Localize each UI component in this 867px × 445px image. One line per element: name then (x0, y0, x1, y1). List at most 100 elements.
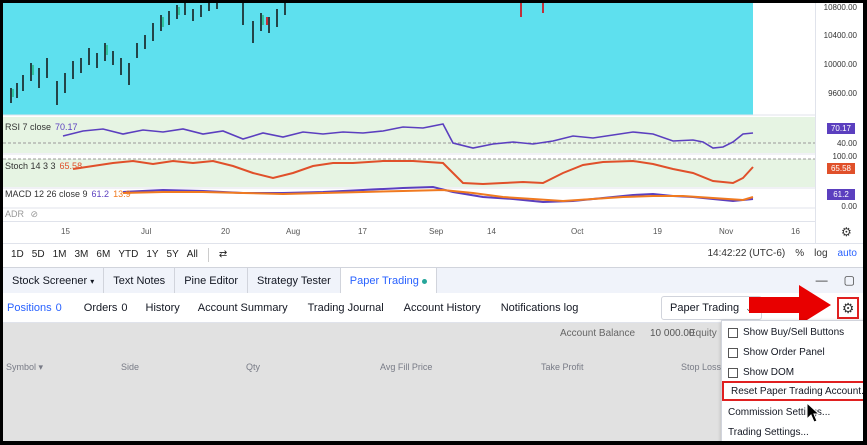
rsi-band (3, 117, 815, 153)
subtab-account-history[interactable]: Account History (400, 302, 491, 314)
maximize-icon[interactable]: ▢ (844, 273, 855, 287)
orders-count: 0 (121, 301, 128, 314)
menu-show-order-panel[interactable]: Show Order Panel (728, 347, 825, 358)
account-select[interactable]: Paper Trading ⌄ (661, 296, 762, 320)
price-tick: 10000.00 (823, 60, 857, 69)
macd-value: 61.2 (91, 189, 110, 199)
range-5d-button[interactable]: 5D (28, 249, 49, 260)
column-label: Symbol (6, 362, 37, 372)
macd-signal-value: 13.9 (113, 189, 131, 199)
stoch-label: Stoch 14 3 3 (5, 161, 56, 171)
time-tick: 15 (61, 227, 70, 236)
tab-pine-editor[interactable]: Pine Editor (175, 268, 248, 293)
time-tick: 17 (358, 227, 367, 236)
column-header-avg-fill-price[interactable]: Avg Fill Price (380, 362, 432, 372)
percent-toggle[interactable]: % (795, 248, 804, 259)
column-header-qty[interactable]: Qty (246, 362, 260, 372)
red-arrow-annotation (749, 285, 831, 325)
macd-value-badge: 61.2 (827, 189, 855, 200)
bottom-panel-tabs: Stock Screener ▾ Text Notes Pine Editor S… (3, 267, 863, 293)
tab-stock-screener[interactable]: Stock Screener ▾ (3, 268, 105, 293)
column-header-take-profit[interactable]: Take Profit (541, 362, 584, 372)
connected-status-icon (421, 278, 427, 284)
subtab-history[interactable]: History (142, 302, 190, 314)
macd-label: MACD 12 26 close 9 (5, 189, 88, 199)
account-select-value: Paper Trading (670, 302, 740, 314)
subtab-account-summary[interactable]: Account Summary (194, 302, 298, 314)
menu-trading-settings[interactable]: Trading Settings... (728, 427, 809, 438)
clock-readout[interactable]: 14:42:22 (UTC-6) (707, 248, 785, 259)
checkbox[interactable] (728, 327, 738, 338)
subtab-orders[interactable]: Orders 0 (80, 302, 138, 314)
price-tick: 10800.00 (823, 3, 857, 12)
tab-text-notes[interactable]: Text Notes (104, 268, 176, 293)
rsi-label: RSI 7 close (5, 122, 52, 132)
settings-gear-icon[interactable]: ⚙ (837, 297, 859, 319)
column-header-symbol[interactable]: Symbol ▾ (6, 362, 43, 373)
subtab-notifications-log[interactable]: Notifications log (497, 302, 589, 314)
stoch-value: 65.58 (59, 161, 83, 171)
rsi-value: 70.17 (55, 122, 78, 132)
equity-label: Equity (689, 328, 717, 339)
price-tick: 9600.00 (828, 89, 857, 98)
time-tick: Nov (719, 227, 734, 236)
account-balance-value: 10 000.00 (650, 328, 695, 339)
range-all-button[interactable]: All (183, 249, 202, 260)
macd-zero-level: 0.00 (841, 202, 857, 211)
rsi-level: 40.00 (836, 139, 857, 148)
chart-settings-icon[interactable]: ⚙ (841, 225, 852, 239)
tab-strategy-tester[interactable]: Strategy Tester (248, 268, 341, 293)
menu-show-buy-sell-buttons[interactable]: Show Buy/Sell Buttons (728, 327, 844, 338)
settings-menu: Show Buy/Sell Buttons Show Order Panel S… (721, 320, 863, 441)
time-tick: Jul (141, 227, 152, 236)
time-tick: 16 (791, 227, 800, 236)
tab-paper-trading[interactable]: Paper Trading (340, 268, 437, 293)
checkbox[interactable] (728, 347, 738, 358)
chevron-down-icon: ▾ (90, 277, 95, 286)
column-header-side[interactable]: Side (121, 362, 139, 372)
range-1y-button[interactable]: 1Y (142, 249, 162, 260)
sort-down-icon: ▾ (38, 362, 44, 372)
time-axis[interactable]: 15 Jul 20 Aug 17 Sep 14 Oct 19 Nov 16 (3, 221, 815, 241)
stoch-value-badge: 65.58 (827, 163, 855, 174)
subtab-positions[interactable]: Positions 0 (3, 302, 72, 314)
range-5y-button[interactable]: 5Y (163, 249, 183, 260)
price-axis[interactable]: 10800.00 10400.00 10000.00 9600.00 70.17… (815, 3, 863, 243)
adr-legend[interactable]: ADR ⊘ (5, 209, 38, 220)
menu-label: Show Order Panel (743, 347, 825, 358)
rsi-level: 100.00 (832, 152, 857, 161)
range-right-controls: 14:42:22 (UTC-6) % log auto (707, 248, 857, 259)
rsi-value-badge: 70.17 (827, 123, 855, 134)
price-area-fill (3, 3, 753, 115)
range-1m-button[interactable]: 1M (49, 249, 71, 260)
time-tick: 19 (653, 227, 662, 236)
menu-label: Show Buy/Sell Buttons (743, 327, 845, 338)
column-header-stop-loss[interactable]: Stop Loss (681, 362, 721, 372)
eye-off-icon[interactable]: ⊘ (31, 209, 39, 219)
time-tick: Oct (571, 227, 584, 236)
range-6m-button[interactable]: 6M (92, 249, 114, 260)
menu-reset-paper-trading-account[interactable]: Reset Paper Trading Account... (722, 381, 863, 401)
range-1d-button[interactable]: 1D (7, 249, 28, 260)
stoch-legend[interactable]: Stoch 14 3 3 65.58 (5, 161, 82, 171)
menu-label: Show DOM (743, 367, 795, 378)
mouse-cursor-icon (806, 402, 821, 423)
range-3m-button[interactable]: 3M (71, 249, 93, 260)
time-tick: Aug (286, 227, 301, 236)
range-ytd-button[interactable]: YTD (114, 249, 142, 260)
chart-area[interactable]: 10800.00 10400.00 10000.00 9600.00 70.17… (3, 3, 863, 243)
rsi-legend[interactable]: RSI 7 close 70.17 (5, 122, 78, 132)
price-tick: 10400.00 (823, 31, 857, 40)
subtab-trading-journal[interactable]: Trading Journal (304, 302, 394, 314)
goto-date-icon[interactable]: ⇄ (215, 249, 231, 260)
checkbox[interactable] (728, 367, 738, 378)
tab-label: Stock Screener (12, 275, 88, 287)
menu-show-dom[interactable]: Show DOM (728, 367, 794, 378)
positions-count: 0 (55, 301, 62, 314)
log-toggle[interactable]: log (814, 248, 827, 259)
time-tick: Sep (429, 227, 444, 236)
range-bar: 1D 5D 1M 3M 6M YTD 1Y 5Y All ⇄ 14:42:22 … (3, 243, 863, 265)
macd-legend[interactable]: MACD 12 26 close 9 61.2 13.9 (5, 189, 131, 199)
auto-toggle[interactable]: auto (838, 248, 857, 259)
subtab-label: Orders (83, 301, 118, 314)
